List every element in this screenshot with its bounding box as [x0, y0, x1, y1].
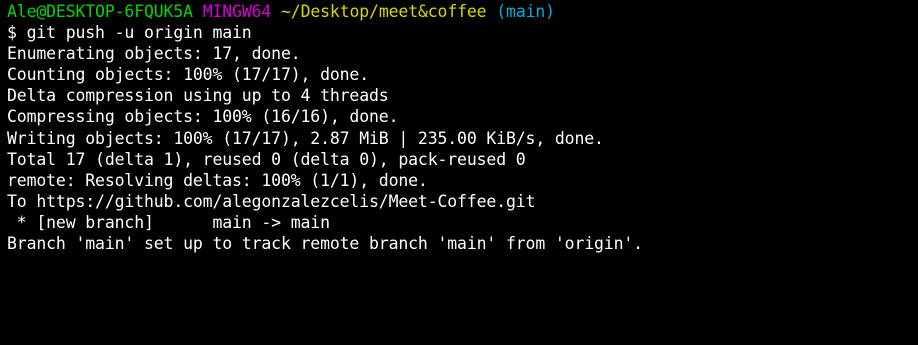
output-line-new-branch: * [new branch] main -> main — [7, 212, 330, 232]
output-line-delta-compression: Delta compression using up to 4 threads — [7, 86, 389, 106]
output-line-compressing: Compressing objects: 100% (16/16), done. — [7, 107, 399, 127]
prompt-line: Ale@DESKTOP-6FQUK5A MINGW64 ~/Desktop/me… — [7, 1, 918, 22]
output-line-writing: Writing objects: 100% (17/17), 2.87 MiB … — [7, 128, 604, 148]
output-line-remote-url: To https://github.com/alegonzalezcelis/M… — [7, 191, 536, 211]
output-line-enumerating: Enumerating objects: 17, done. — [7, 44, 301, 64]
output-line-counting: Counting objects: 100% (17/17), done. — [7, 65, 370, 85]
output-line-total: Total 17 (delta 1), reused 0 (delta 0), … — [7, 149, 526, 169]
prompt-user-host: Ale@DESKTOP-6FQUK5A — [7, 2, 193, 21]
prompt-branch: (main) — [496, 2, 555, 21]
output-line-remote-resolving: remote: Resolving deltas: 100% (1/1), do… — [7, 170, 428, 190]
command-line: $ git push -u origin main — [7, 23, 252, 43]
output-line-tracking: Branch 'main' set up to track remote bra… — [7, 234, 643, 254]
prompt-system: MINGW64 — [202, 2, 272, 21]
prompt-path: ~/Desktop/meet&coffee — [281, 2, 487, 21]
terminal-window[interactable]: Ale@DESKTOP-6FQUK5A MINGW64 ~/Desktop/me… — [0, 0, 918, 345]
